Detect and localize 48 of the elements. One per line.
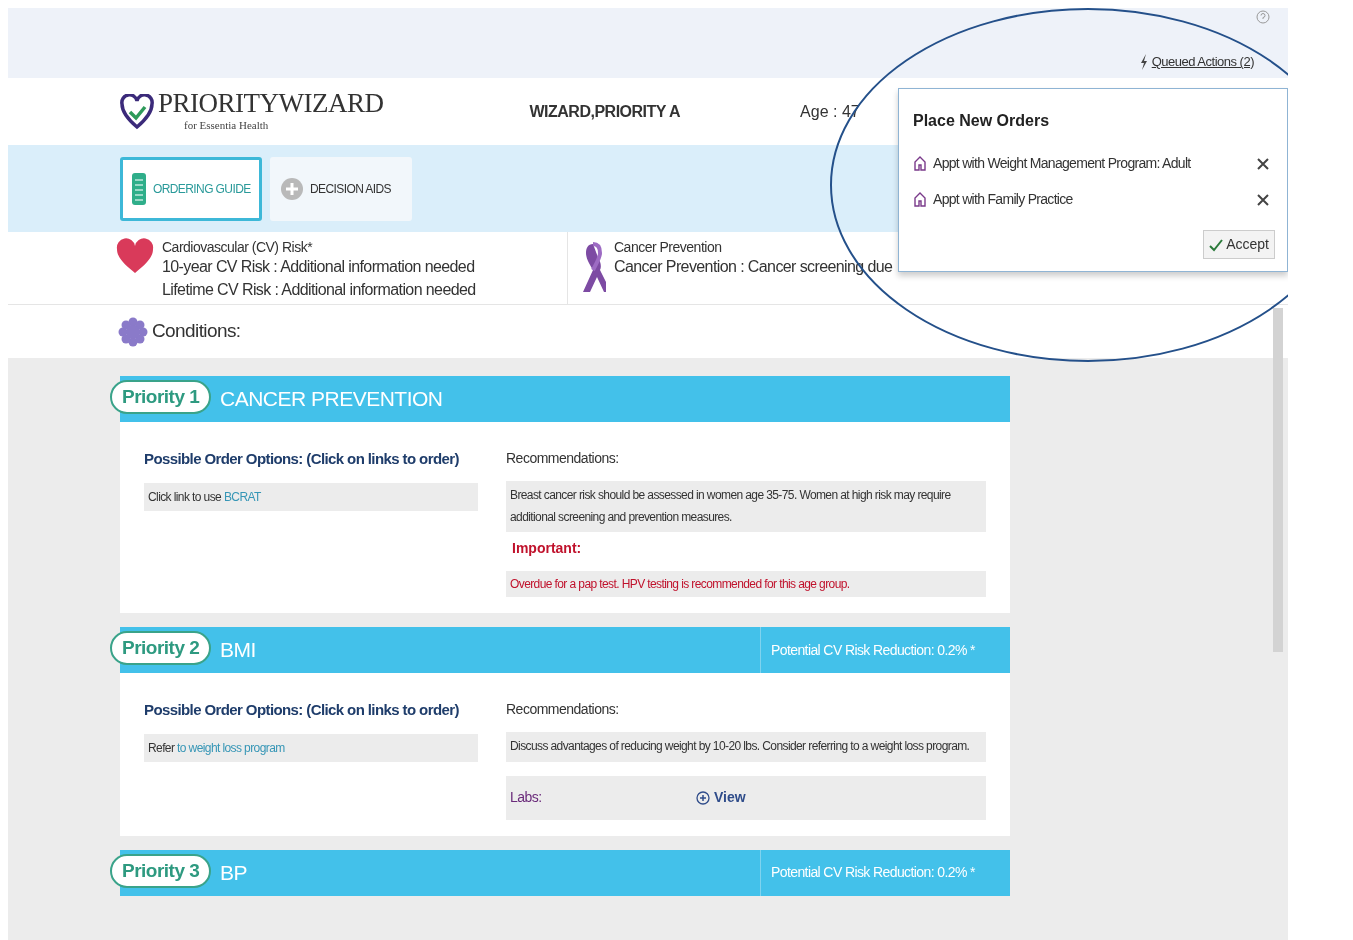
queued-actions-link[interactable]: Queued Actions (2) [1139,52,1254,72]
options-heading: Possible Order Options: (Click on links to order) [144,449,460,469]
clipboard-icon [131,171,147,206]
order-label: Appt with Family Practice [933,189,1073,209]
risk-title: Cancer Prevention [614,238,723,257]
check-icon [1209,237,1224,252]
card-title: CANCER PREVENTION [220,386,443,413]
logo-title: PRIORITYWIZARD [158,89,384,117]
logo-heart-icon [120,93,154,130]
card-title: BMI [220,637,256,664]
risk-reduction-text: Potential CV Risk Reduction: 0.2% * [760,627,1010,674]
lightning-icon [1139,53,1148,70]
priority-badge: Priority 1 [110,380,212,414]
risk-title: Cardiovascular (CV) Risk* [162,238,314,257]
options-heading: Possible Order Options: (Click on links to order) [144,700,460,721]
close-icon [1257,194,1269,207]
recommendations-heading: Recommendations: [506,449,620,468]
priority-badge: Priority 3 [110,853,212,888]
risk-line: Lifetime CV Risk : Additional information needed [162,279,476,300]
house-icon [913,155,927,171]
recommendation-text: Breast cancer risk should be assessed in women age 35-75. Women at high risk may require additional screening and prevention measures. [506,481,986,533]
risk-reduction-text: Potential CV Risk Reduction: 0.2% * [760,849,1010,896]
card-title: BP [220,860,247,887]
accept-button[interactable]: Accept [1203,230,1275,259]
flower-icon [118,316,148,347]
scrollbar-thumb[interactable] [1273,308,1283,652]
important-text: Overdue for a pap test. HPV testing is recommended for this age group. [506,571,986,598]
recommendation-text: Discuss advantages of reducing weight by 10-20 lbs. Consider referring to a weight loss program. [506,732,986,762]
logo-subtitle: for Essentia Health [184,117,270,133]
house-icon [913,191,927,207]
popover-title: Place New Orders [913,111,1051,131]
recommendations-heading: Recommendations: [506,700,620,720]
risk-line: Cancer Prevention : Cancer screening due [614,257,893,278]
important-heading: Important: [512,539,583,559]
patient-name: WIZARD,PRIORITY A [529,101,681,122]
labs-label: Labs: [510,788,543,808]
plus-circle-icon [280,176,304,201]
order-label: Appt with Weight Management Program: Adult [933,153,1191,173]
order-option: Refer to weight loss program [144,733,478,762]
view-link[interactable]: View [696,787,746,809]
priority-badge: Priority 2 [110,631,212,666]
close-icon [1257,158,1269,171]
nav-tab[interactable]: DECISION AIDS [270,156,412,221]
conditions-label: Conditions: [152,319,241,344]
risk-line: 10-year CV Risk : Additional information needed [162,257,476,278]
order-option: Click link to use BCRAT [144,482,478,511]
heart-icon [116,238,154,274]
plus-circle-icon [696,790,710,805]
